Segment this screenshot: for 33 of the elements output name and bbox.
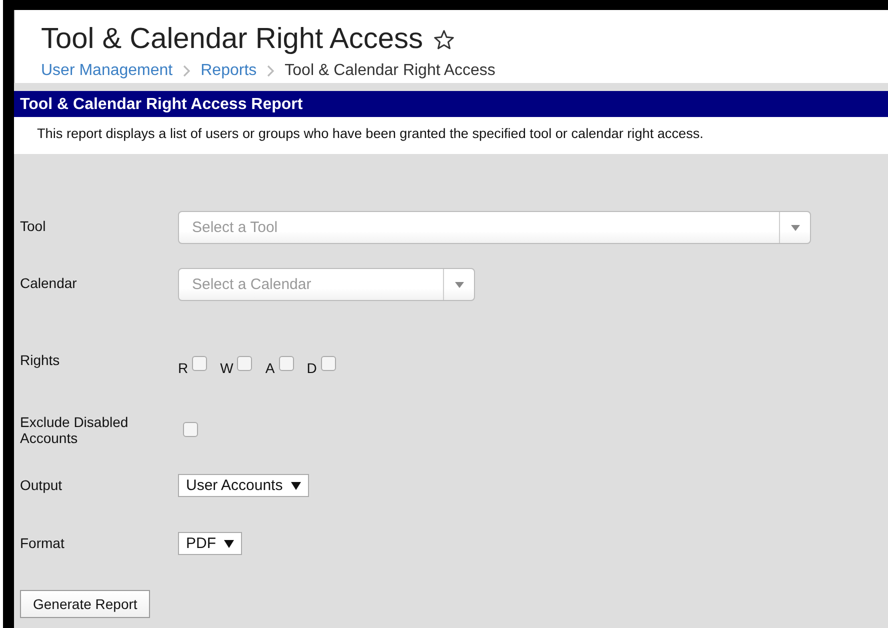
right-label: W (220, 360, 234, 376)
caret-icon (224, 540, 234, 548)
dropdown[interactable]: User Accounts (178, 474, 309, 498)
star-icon[interactable] (433, 28, 456, 51)
dropdown-arrow-icon (454, 282, 464, 288)
checkbox[interactable] (192, 356, 208, 371)
chevron-icon (182, 64, 191, 77)
right-label: A (265, 360, 275, 376)
combo-field[interactable]: Select a Calendar (178, 268, 475, 301)
combo-field[interactable]: Select a Tool (178, 211, 811, 244)
right-label: R (178, 360, 188, 376)
field-label: Exclude Disabled Accounts (20, 414, 130, 446)
dropdown[interactable]: PDF (178, 532, 242, 556)
report-description: This report displays a list of users or groups who have been granted the specified tool or calendar right access. (14, 117, 888, 154)
checkbox[interactable] (278, 356, 294, 371)
right-label: D (306, 360, 317, 376)
page-title: Tool & Calendar Right Access (41, 24, 424, 56)
dropdown-arrow-icon (790, 224, 800, 230)
breadcrumb-link[interactable]: User Management (41, 62, 173, 80)
field-label: Rights (20, 352, 61, 368)
field-label: Output (20, 477, 64, 494)
caret-icon (290, 482, 301, 490)
field-label: Format (20, 535, 66, 552)
field-label: Tool (20, 218, 47, 234)
field-label: Calendar (20, 275, 78, 292)
breadcrumb-current: Tool & Calendar Right Access (284, 62, 496, 80)
generate-report-button[interactable]: Generate Report (20, 590, 150, 618)
checkbox[interactable] (320, 356, 336, 371)
checkbox[interactable] (183, 422, 198, 437)
breadcrumb-link[interactable]: Reports (200, 62, 257, 80)
report-header: Tool & Calendar Right Access Report (14, 91, 888, 117)
chevron-icon (266, 64, 275, 77)
checkbox[interactable] (237, 356, 252, 371)
